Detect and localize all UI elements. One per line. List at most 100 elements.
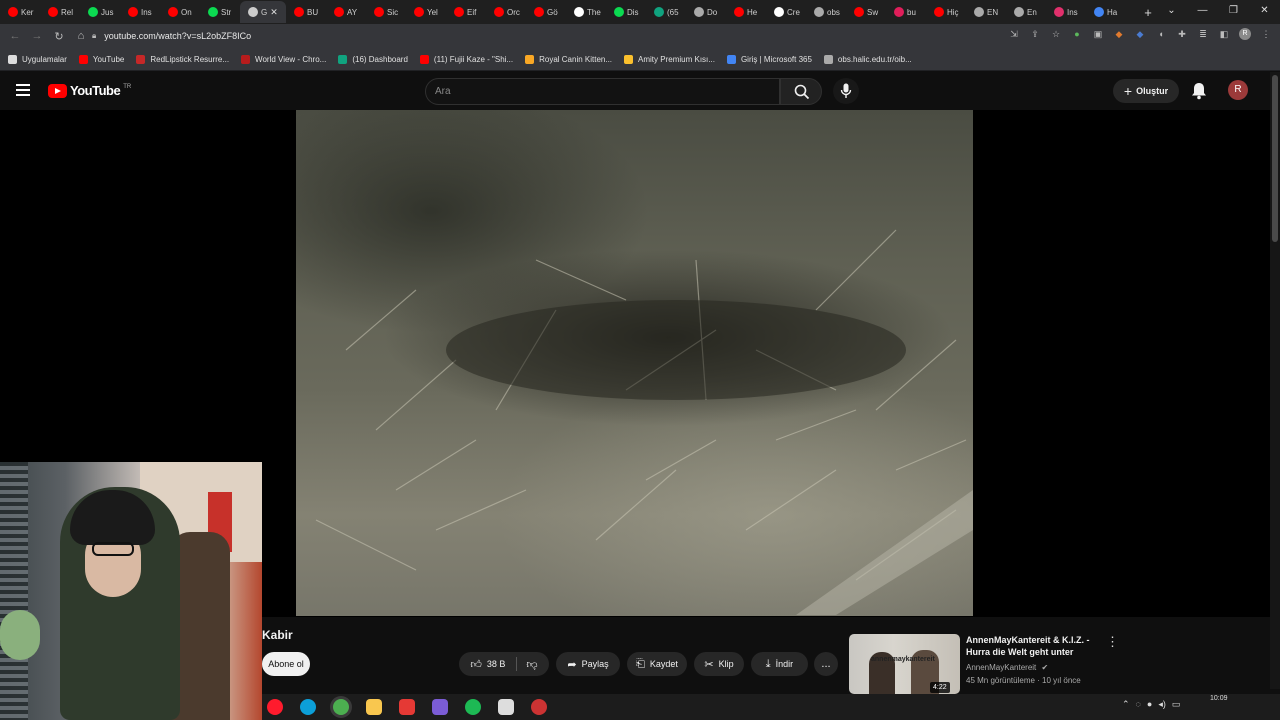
browser-tab[interactable]: Dis: [606, 1, 646, 23]
save-button[interactable]: ⎗ Kaydet: [627, 652, 687, 676]
browser-tab[interactable]: AY: [326, 1, 366, 23]
extension-shield-icon[interactable]: ●: [1071, 28, 1083, 40]
extension-shield-blue-icon[interactable]: ◆: [1134, 28, 1146, 40]
bookmark-item[interactable]: (11) Fujii Kaze - "Shi...: [419, 54, 513, 64]
taskbar-app-obs-icon[interactable]: [531, 699, 547, 715]
search-button[interactable]: [780, 78, 822, 105]
create-button[interactable]: + Oluştur: [1113, 79, 1179, 103]
dislike-icon[interactable]: 👎︎: [526, 658, 537, 671]
browser-tab[interactable]: Ins: [120, 1, 160, 23]
bookmark-item[interactable]: (16) Dashboard: [338, 54, 408, 64]
taskbar-app-store-icon[interactable]: [399, 699, 415, 715]
browser-tab[interactable]: Ha: [1086, 1, 1126, 23]
taskbar-app-chrome-icon[interactable]: [333, 699, 349, 715]
extension-audio-icon[interactable]: ◖: [1155, 28, 1167, 40]
extension-fox-icon[interactable]: ◆: [1113, 28, 1125, 40]
browser-tab[interactable]: Sw: [846, 1, 886, 23]
browser-tab[interactable]: Yel: [406, 1, 446, 23]
tab-search-icon[interactable]: ⌄: [1156, 0, 1187, 24]
bookmark-item[interactable]: Amity Premium Kısı...: [624, 54, 715, 64]
lock-icon[interactable]: 🔒︎: [92, 31, 96, 41]
minimize-icon[interactable]: —: [1187, 0, 1218, 24]
browser-tab[interactable]: Sic: [366, 1, 406, 23]
browser-tab[interactable]: (65: [646, 1, 686, 23]
like-icon[interactable]: 👍︎: [470, 658, 482, 671]
browser-tab[interactable]: BU: [286, 1, 326, 23]
reload-icon[interactable]: ↻: [48, 30, 70, 43]
clip-button[interactable]: ✂ Klip: [694, 652, 744, 676]
close-window-icon[interactable]: ✕: [1249, 0, 1280, 24]
browser-tab[interactable]: Hiç: [926, 1, 966, 23]
more-actions-button[interactable]: ...: [814, 652, 838, 676]
menu-icon[interactable]: ⋮: [1260, 28, 1272, 40]
hamburger-menu-icon[interactable]: [16, 84, 30, 99]
browser-tab[interactable]: Orc: [486, 1, 526, 23]
install-icon[interactable]: ⇲: [1008, 28, 1020, 40]
network-icon[interactable]: ◌: [1136, 699, 1141, 710]
taskbar-app-steam-like-icon[interactable]: [498, 699, 514, 715]
bookmark-item[interactable]: YouTube: [78, 54, 124, 64]
browser-tab[interactable]: Str: [200, 1, 240, 23]
share-icon[interactable]: ⇪: [1029, 28, 1041, 40]
bookmark-item[interactable]: obs.halic.edu.tr/oib...: [823, 54, 912, 64]
browser-tab[interactable]: bu: [886, 1, 926, 23]
puzzle-icon[interactable]: ✚: [1176, 28, 1188, 40]
share-button[interactable]: ➦ Paylaş: [556, 652, 620, 676]
home-icon[interactable]: ⌂: [70, 30, 92, 42]
account-avatar[interactable]: R: [1228, 80, 1248, 100]
bookmark-item[interactable]: Giriş | Microsoft 365: [726, 54, 812, 64]
download-button[interactable]: ⤓ İndir: [751, 652, 808, 676]
bookmark-item[interactable]: Uygulamalar: [8, 54, 67, 64]
tab-close-icon[interactable]: ✕: [270, 7, 278, 18]
like-count[interactable]: 38 B: [487, 659, 506, 669]
back-icon[interactable]: ←: [4, 30, 26, 42]
url-field[interactable]: 🔒︎ youtube.com/watch?v=sL2obZF8ICo: [92, 26, 1092, 46]
extension-icon[interactable]: ▣: [1092, 28, 1104, 40]
forward-icon[interactable]: →: [26, 30, 48, 42]
taskbar-app-discord-like-icon[interactable]: [432, 699, 448, 715]
volume-icon[interactable]: ◂): [1158, 699, 1166, 710]
bookmark-item[interactable]: Royal Canin Kitten...: [525, 54, 612, 64]
side-panel-icon[interactable]: ◧: [1218, 28, 1230, 40]
recommended-video-title[interactable]: AnnenMayKantereit & K.I.Z. - Hurra die W…: [966, 634, 1098, 658]
browser-tab[interactable]: Ker: [0, 1, 40, 23]
browser-tab[interactable]: obs: [806, 1, 846, 23]
voice-search-button[interactable]: [833, 78, 859, 104]
display-icon[interactable]: ▭: [1172, 699, 1181, 710]
profile-avatar[interactable]: R: [1239, 28, 1251, 40]
taskbar-app-spotify-icon[interactable]: [465, 699, 481, 715]
bookmark-item[interactable]: RedLipstick Resurre...: [136, 54, 229, 64]
video-player[interactable]: [296, 110, 973, 616]
browser-tab[interactable]: En: [1006, 1, 1046, 23]
browser-tab[interactable]: Do: [686, 1, 726, 23]
youtube-logo[interactable]: YouTube TR: [48, 83, 131, 98]
browser-tab[interactable]: Rel: [40, 1, 80, 23]
notifications-bell-icon[interactable]: [1191, 82, 1207, 100]
bookmark-star-icon[interactable]: ☆: [1050, 28, 1062, 40]
reading-list-icon[interactable]: ≣: [1197, 28, 1209, 40]
subscribe-button[interactable]: Abone ol: [262, 652, 310, 676]
browser-tab[interactable]: G ✕: [240, 1, 286, 23]
browser-tab[interactable]: On: [160, 1, 200, 23]
search-input[interactable]: Ara: [425, 78, 780, 105]
bookmark-item[interactable]: World View - Chro...: [241, 54, 326, 64]
taskbar-app-opera-icon[interactable]: [267, 699, 283, 715]
mic-tray-icon[interactable]: ●: [1147, 699, 1152, 710]
browser-tab[interactable]: Ins: [1046, 1, 1086, 23]
taskbar-clock[interactable]: 10:09: [1210, 694, 1228, 703]
browser-tab[interactable]: Gö: [526, 1, 566, 23]
browser-tab[interactable]: EN: [966, 1, 1006, 23]
tray-chevron-icon[interactable]: ⌃: [1122, 699, 1130, 710]
restore-icon[interactable]: ❐: [1218, 0, 1249, 24]
browser-tab[interactable]: Eif: [446, 1, 486, 23]
browser-tab[interactable]: He: [726, 1, 766, 23]
taskbar-app-files-icon[interactable]: [366, 699, 382, 715]
browser-tab[interactable]: Jus: [80, 1, 120, 23]
browser-tab[interactable]: The: [566, 1, 606, 23]
browser-tab[interactable]: Cre: [766, 1, 806, 23]
recommendation-menu-icon[interactable]: ⋮: [1106, 634, 1119, 650]
recommended-channel[interactable]: AnnenMayKantereit ✔︎: [966, 663, 1048, 672]
tab-label: AY: [347, 7, 358, 17]
scrollbar-thumb[interactable]: [1272, 75, 1278, 242]
taskbar-app-edge-icon[interactable]: [300, 699, 316, 715]
